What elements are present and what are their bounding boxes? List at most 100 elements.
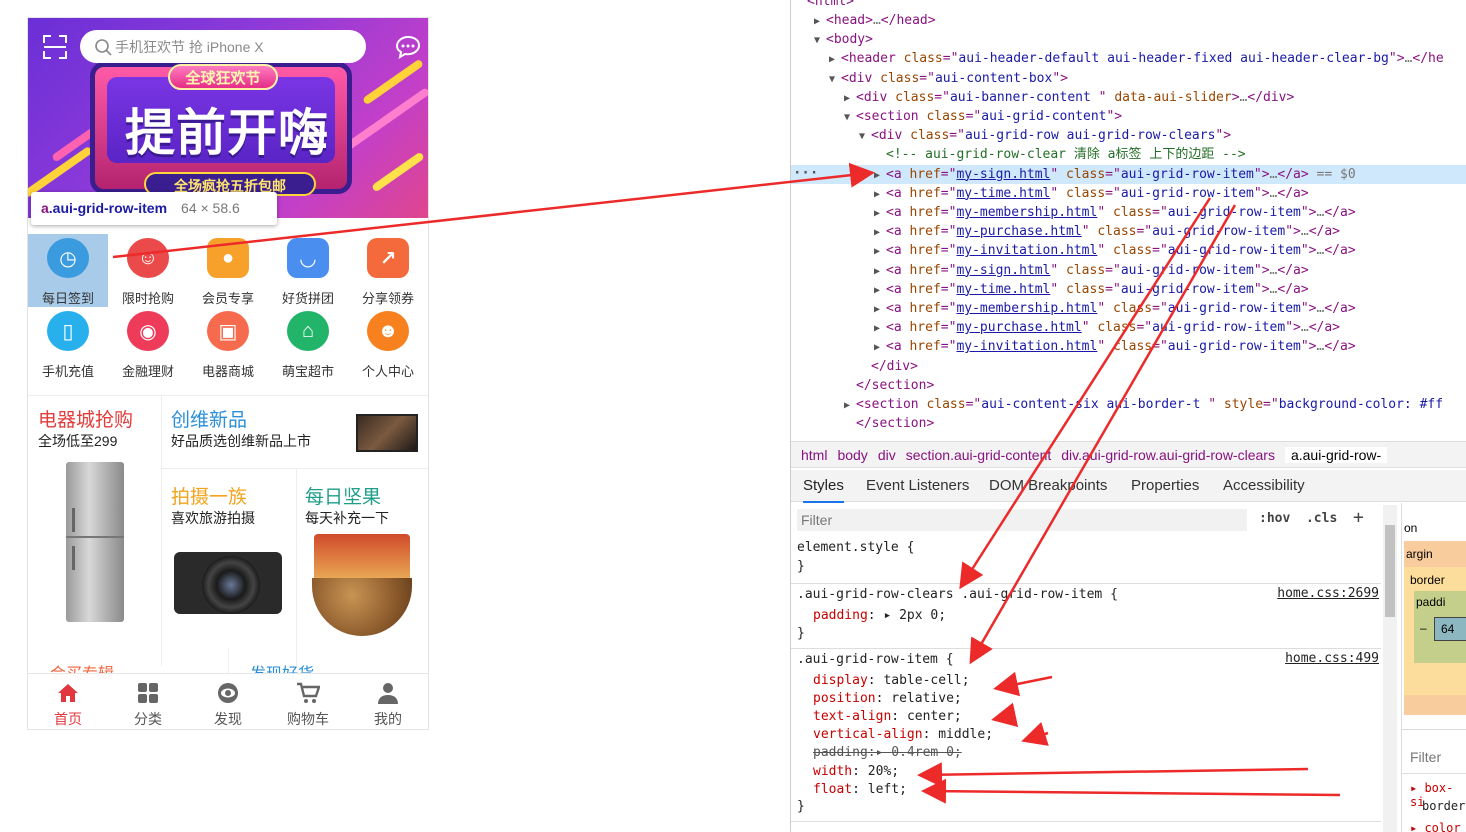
new-rule-button[interactable]: + <box>1353 507 1364 528</box>
hov-toggle[interactable]: :hov .cls <box>1259 511 1337 526</box>
expand-triangle-icon[interactable]: ▶ <box>874 262 886 281</box>
grid-item-group-buy[interactable]: ◡ 好货拼团 <box>268 234 348 307</box>
appliance-icon: ▣ <box>207 311 249 351</box>
cls-toggle[interactable]: .cls <box>1306 511 1337 526</box>
dom-node[interactable]: ▶ <a href="my-purchase.html" class="aui-g… <box>791 222 1466 241</box>
css-declaration-text-align[interactable]: text-align: center; <box>813 708 962 726</box>
breadcrumb-item[interactable]: a.aui-grid-row- <box>1284 447 1388 463</box>
grid-item-label: 电器商城 <box>201 364 254 379</box>
box-model-content: 64 <box>1434 617 1466 641</box>
tab-mine[interactable]: 我的 <box>348 674 428 729</box>
css-declaration-position[interactable]: position: relative; <box>813 690 962 708</box>
tab-dom-breakpoints[interactable]: DOM Breakpoints <box>989 470 1107 501</box>
dom-node[interactable]: ▶ <a href="my-time.html" class="aui-grid-… <box>791 184 1466 203</box>
grid-item-phone-recharge[interactable]: ▯ 手机充值 <box>28 307 108 380</box>
dom-node[interactable]: ▶ <div class="aui-banner-content " data-a… <box>791 88 1466 107</box>
rule2-source-link[interactable]: home.css:499 <box>1285 651 1379 666</box>
css-declaration-vertical-align[interactable]: vertical-align: middle; <box>813 726 993 744</box>
collapse-triangle-icon[interactable]: ▼ <box>859 127 871 146</box>
breadcrumb-item[interactable]: section.aui-grid-content <box>906 447 1052 463</box>
computed-prop[interactable]: ▸ color <box>1410 821 1461 832</box>
css-declaration-display[interactable]: display: table-cell; <box>813 672 970 690</box>
rule1-declaration[interactable]: padding: ▸ 2px 0; <box>813 607 946 625</box>
dom-comment-node[interactable]: <!-- aui-grid-row-clear 清除 a标签 上下的边距 --> <box>791 145 1466 164</box>
grid-item-personal-center[interactable]: ☻ 个人中心 <box>348 307 428 380</box>
grid-item-finance[interactable]: ◉ 金融理财 <box>108 307 188 380</box>
dom-node[interactable]: ▼ <section class="aui-grid-content"> <box>791 107 1466 126</box>
dom-node[interactable]: ▶ <a href="my-purchase.html" class="aui-g… <box>791 318 1466 337</box>
dom-node[interactable]: ▶ <a href="my-membership.html" class="aui… <box>791 203 1466 222</box>
dom-html-line[interactable]: <html> <box>807 0 1466 11</box>
dom-node[interactable]: ▼ <body> <box>791 30 1466 49</box>
tab-category[interactable]: 分类 <box>108 674 188 729</box>
expand-triangle-icon[interactable]: ▶ <box>844 396 856 415</box>
scan-icon[interactable] <box>42 34 68 60</box>
search-input[interactable]: 手机狂欢节 抢 iPhone X <box>80 30 366 63</box>
dom-node[interactable]: </div> <box>791 357 1466 376</box>
tab-cart[interactable]: 购物车 <box>268 674 348 729</box>
rule1-source-link[interactable]: home.css:2699 <box>1277 586 1379 601</box>
expand-triangle-icon[interactable]: ▶ <box>874 319 886 338</box>
computed-prop[interactable]: border <box>1422 799 1465 813</box>
tab-properties[interactable]: Properties <box>1131 470 1199 501</box>
dom-node[interactable]: ▶ <a href="my-sign.html" class="aui-grid-… <box>791 164 1466 185</box>
grid-item-flash-sale[interactable]: ☺ 限时抢购 <box>108 234 188 307</box>
dom-node[interactable]: ▶ <section class="aui-content-six aui-bor… <box>791 395 1466 414</box>
dom-node[interactable]: ▶ <header class="aui-header-default aui-h… <box>791 49 1466 68</box>
message-icon[interactable] <box>395 34 421 60</box>
dom-node[interactable]: ▶ <head>…</head> <box>791 11 1466 30</box>
expand-triangle-icon[interactable]: ▶ <box>874 338 886 357</box>
grid-item-baby-market[interactable]: ⌂ 萌宝超市 <box>268 307 348 380</box>
dom-node[interactable]: </section> <box>791 414 1466 433</box>
breadcrumb-item[interactable]: div.aui-grid-row.aui-grid-row-clears <box>1061 447 1275 463</box>
expand-triangle-icon[interactable]: ▶ <box>874 223 886 242</box>
tab-styles[interactable]: Styles <box>803 470 844 503</box>
dom-node[interactable]: ▶ <a href="my-time.html" class="aui-grid-… <box>791 280 1466 299</box>
rule2-selector[interactable]: .aui-grid-row-item { <box>797 651 954 669</box>
dom-node[interactable]: ▶ <a href="my-invitation.html" class="aui… <box>791 337 1466 356</box>
dom-node[interactable]: ▶ <a href="my-invitation.html" class="aui… <box>791 241 1466 260</box>
collapse-triangle-icon[interactable]: ▼ <box>814 31 826 50</box>
expand-triangle-icon[interactable]: ▶ <box>874 204 886 223</box>
grid-item-daily-sign[interactable]: ◷ 每日签到 <box>28 234 108 307</box>
tab-accessibility[interactable]: Accessibility <box>1223 470 1305 501</box>
collapse-triangle-icon[interactable]: ▼ <box>829 70 841 89</box>
expand-triangle-icon[interactable]: ▶ <box>874 242 886 261</box>
rule-close: } <box>797 799 805 814</box>
rule1-selector[interactable]: .aui-grid-row-clears .aui-grid-row-item … <box>797 586 1118 604</box>
styles-filter-input[interactable]: Filter <box>797 509 1247 531</box>
tab-label: 购物车 <box>287 711 329 727</box>
home-icon <box>58 684 78 702</box>
expand-triangle-icon[interactable]: ▶ <box>844 89 856 108</box>
grid-item-appliance-mall[interactable]: ▣ 电器商城 <box>188 307 268 380</box>
grid-item-label: 分享领券 <box>361 291 414 306</box>
css-declaration-padding[interactable]: padding:▸ 0.4rem 0; <box>813 744 962 762</box>
expand-triangle-icon[interactable]: ▶ <box>814 12 826 31</box>
more-dots-icon[interactable]: ··· <box>793 165 818 181</box>
collapse-triangle-icon[interactable]: ▼ <box>844 108 856 127</box>
styles-scrollbar[interactable] <box>1383 505 1397 832</box>
css-declaration-width[interactable]: width: 20%; <box>813 763 899 781</box>
breadcrumb-item[interactable]: body <box>837 447 867 463</box>
computed-filter-input[interactable]: Filter <box>1410 749 1441 765</box>
breadcrumb-item[interactable]: div <box>878 447 896 463</box>
expand-triangle-icon[interactable]: ▶ <box>874 185 886 204</box>
expand-triangle-icon[interactable]: ▶ <box>874 166 886 185</box>
dom-node[interactable]: ▼ <div class="aui-content-box"> <box>791 69 1466 88</box>
breadcrumb-item[interactable]: html <box>801 447 827 463</box>
expand-triangle-icon[interactable]: ▶ <box>829 50 841 69</box>
box-model-dash: – <box>1420 621 1427 635</box>
grid-item-member[interactable]: ● 会员专享 <box>188 234 268 307</box>
css-declaration-float[interactable]: float: left; <box>813 781 907 799</box>
tab-home[interactable]: 首页 <box>28 674 108 729</box>
dom-node[interactable]: </section> <box>791 376 1466 395</box>
promo-subtitle: 好品质选创维新品上市 <box>171 433 311 449</box>
tab-discover[interactable]: 发现 <box>188 674 268 729</box>
expand-triangle-icon[interactable]: ▶ <box>874 281 886 300</box>
expand-triangle-icon[interactable]: ▶ <box>874 300 886 319</box>
dom-node[interactable]: ▶ <a href="my-membership.html" class="aui… <box>791 299 1466 318</box>
dom-node[interactable]: ▼ <div class="aui-grid-row aui-grid-row-c… <box>791 126 1466 145</box>
dom-node[interactable]: ▶ <a href="my-sign.html" class="aui-grid-… <box>791 261 1466 280</box>
grid-item-share-coupon[interactable]: ↗ 分享领券 <box>348 234 428 307</box>
tab-event-listeners[interactable]: Event Listeners <box>866 470 969 501</box>
